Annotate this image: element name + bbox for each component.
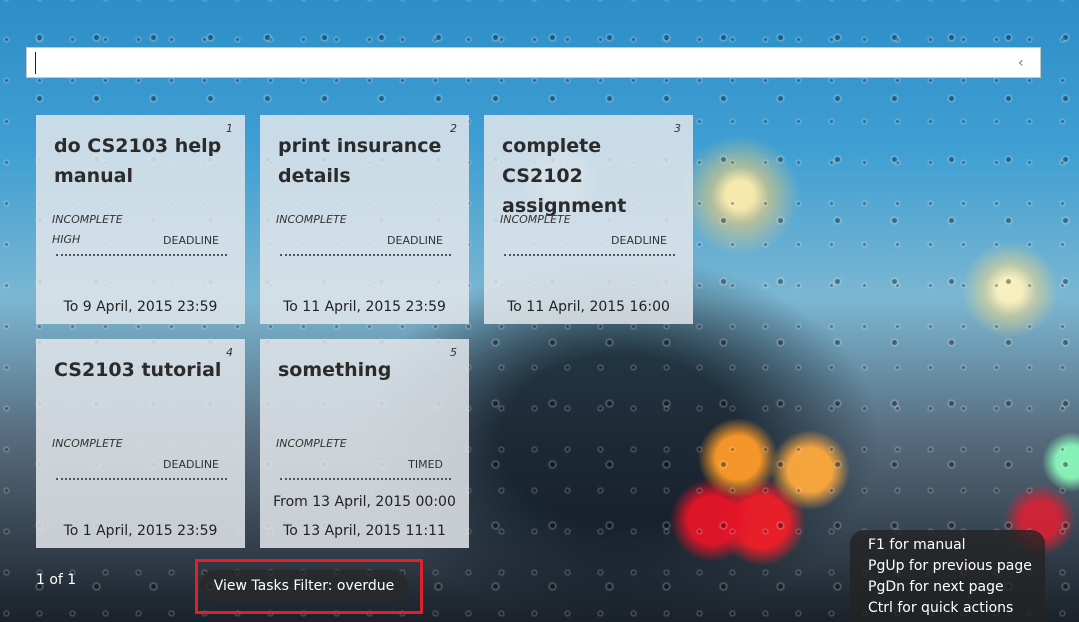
task-index: 2	[450, 122, 457, 135]
task-type: DEADLINE	[163, 458, 219, 471]
command-input[interactable]	[35, 52, 996, 74]
task-status: INCOMPLETE	[52, 213, 123, 226]
task-index: 5	[450, 346, 457, 359]
task-type: TIMED	[408, 458, 443, 471]
divider	[56, 254, 227, 256]
task-status: INCOMPLETE	[52, 437, 123, 450]
task-index: 4	[226, 346, 233, 359]
task-status: INCOMPLETE	[500, 213, 571, 226]
task-type: DEADLINE	[163, 234, 219, 247]
task-end-time: To 11 April, 2015 16:00	[507, 299, 670, 315]
app-window: ‹ 1 do CS2103 help manual INCOMPLETE HIG…	[0, 0, 1079, 622]
divider	[280, 478, 451, 480]
divider	[280, 254, 451, 256]
help-line-manual: F1 for manual	[868, 537, 966, 553]
help-line-prev-page: PgUp for previous page	[868, 558, 1032, 574]
task-start-time: From 13 April, 2015 00:00	[273, 494, 456, 510]
shortcut-help-panel: F1 for manual PgUp for previous page PgD…	[850, 530, 1045, 622]
task-card[interactable]: 5 something INCOMPLETE TIMED From 13 Apr…	[260, 339, 469, 548]
task-status: INCOMPLETE	[276, 437, 347, 450]
page-indicator: 1 of 1	[36, 572, 77, 588]
task-card[interactable]: 4 CS2103 tutorial INCOMPLETE DEADLINE To…	[36, 339, 245, 548]
task-card[interactable]: 1 do CS2103 help manual INCOMPLETE HIGH …	[36, 115, 245, 324]
task-type: DEADLINE	[611, 234, 667, 247]
view-filter-badge: View Tasks Filter: overdue	[200, 570, 408, 602]
task-title: do CS2103 help manual	[54, 135, 222, 187]
task-card[interactable]: 2 print insurance details INCOMPLETE DEA…	[260, 115, 469, 324]
task-end-time: To 1 April, 2015 23:59	[63, 523, 218, 539]
help-line-next-page: PgDn for next page	[868, 579, 1004, 595]
task-title: something	[278, 359, 392, 381]
task-end-time: To 13 April, 2015 11:11	[283, 523, 446, 539]
chevron-left-icon[interactable]: ‹	[1018, 56, 1028, 70]
divider	[56, 478, 227, 480]
task-type: DEADLINE	[387, 234, 443, 247]
task-index: 3	[674, 122, 681, 135]
task-index: 1	[226, 122, 233, 135]
task-title: print insurance details	[278, 135, 442, 187]
help-line-quick-actions: Ctrl for quick actions	[868, 600, 1014, 616]
command-bar[interactable]: ‹	[26, 47, 1041, 78]
task-card[interactable]: 3 complete CS2102 assignment INCOMPLETE …	[484, 115, 693, 324]
task-priority: HIGH	[52, 233, 81, 246]
task-title: complete CS2102 assignment	[502, 135, 627, 217]
task-end-time: To 9 April, 2015 23:59	[63, 299, 218, 315]
divider	[504, 254, 675, 256]
task-status: INCOMPLETE	[276, 213, 347, 226]
task-end-time: To 11 April, 2015 23:59	[283, 299, 446, 315]
task-title: CS2103 tutorial	[54, 359, 222, 381]
